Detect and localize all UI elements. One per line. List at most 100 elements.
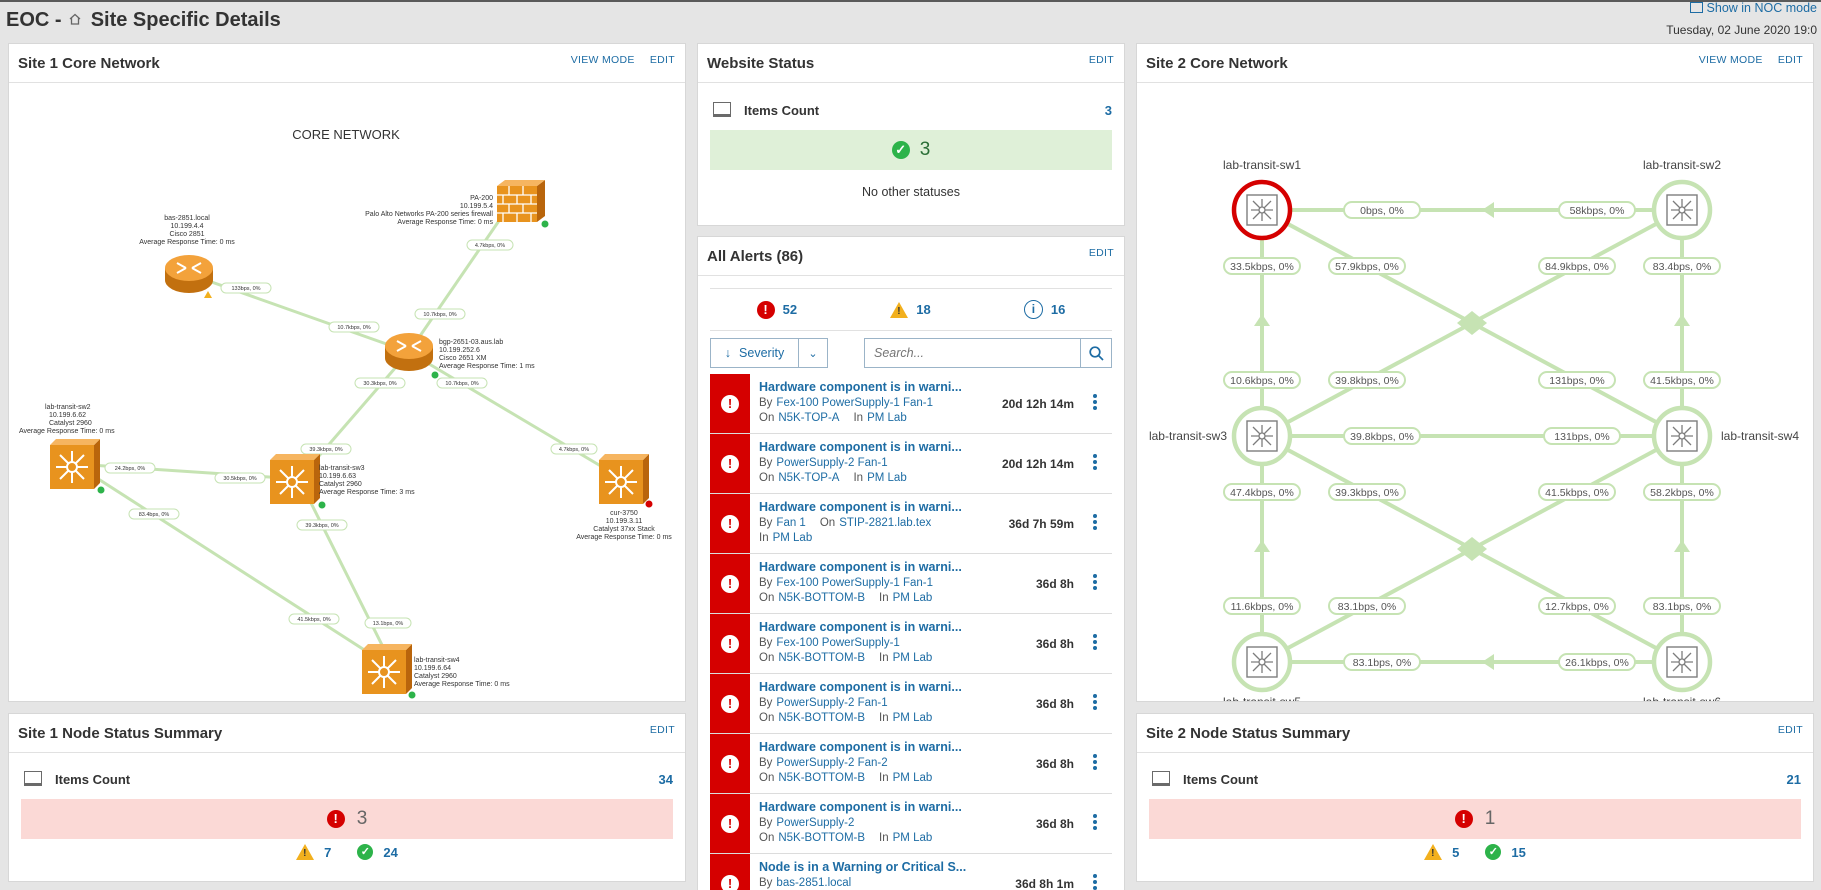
more-options-icon[interactable]	[1093, 514, 1097, 532]
alert-item[interactable]: ! Hardware component is in warni... By Po…	[710, 734, 1112, 794]
items-count-value[interactable]: 3	[1105, 103, 1112, 118]
top-border	[0, 0, 1821, 2]
alert-item[interactable]: ! Hardware component is in warni... By Fe…	[710, 374, 1112, 434]
items-count-row[interactable]: Items Count 34	[21, 768, 673, 790]
items-count-value[interactable]: 21	[1787, 772, 1801, 787]
alert-node-link[interactable]: N5K-BOTTOM-B	[778, 712, 865, 724]
alert-item[interactable]: ! Hardware component is in warni... By Fe…	[710, 554, 1112, 614]
alert-node-link[interactable]: STIP-2821.lab.tex	[839, 517, 931, 529]
alert-group-link[interactable]: PM Lab	[867, 472, 907, 484]
alert-object-link[interactable]: PowerSupply-2 Fan-1	[776, 457, 887, 469]
alert-group-link[interactable]: PM Lab	[893, 772, 933, 784]
alert-title[interactable]: Hardware component is in warni...	[759, 740, 969, 754]
up-count-item[interactable]: ✓ 24	[357, 844, 398, 860]
down-status-bar[interactable]: ! 3	[21, 799, 673, 839]
alert-group-link[interactable]: PM Lab	[773, 532, 813, 544]
critical-icon: !	[721, 574, 739, 593]
node-lab-transit-sw3[interactable]: lab-transit-sw3	[1149, 405, 1293, 467]
alert-item[interactable]: ! Hardware component is in warni... By Po…	[710, 674, 1112, 734]
node-lab-transit-sw3[interactable]: lab-transit-sw3 10.199.6.63 Catalyst 296…	[269, 453, 415, 509]
warning-count-item[interactable]: ! 7	[296, 844, 331, 860]
alert-object-link[interactable]: PowerSupply-2	[776, 817, 854, 829]
alert-title[interactable]: Hardware component is in warni...	[759, 380, 969, 394]
alert-group-link[interactable]: PM Lab	[893, 592, 933, 604]
check-icon: ✓	[1485, 844, 1502, 860]
view-mode-button[interactable]: VIEW MODE	[571, 54, 635, 66]
items-count-value[interactable]: 34	[659, 772, 673, 787]
alert-title[interactable]: Hardware component is in warni...	[759, 800, 969, 814]
node-lab-transit-sw4[interactable]: lab-transit-sw4	[1651, 405, 1799, 467]
sort-button[interactable]: ↓ Severity	[711, 339, 799, 367]
node-bgp-2651[interactable]: bgp-2651-03.aus.lab 10.199.252.6 Cisco 2…	[384, 332, 535, 379]
alert-group-link[interactable]: PM Lab	[893, 832, 933, 844]
alert-object-link[interactable]: PowerSupply-2 Fan-2	[776, 757, 887, 769]
search-button[interactable]	[1080, 339, 1111, 367]
up-status-bar[interactable]: ✓ 3	[710, 130, 1112, 170]
alert-object-link[interactable]: Fex-100 PowerSupply-1 Fan-1	[776, 397, 933, 409]
sort-dropdown-button[interactable]: ⌄	[799, 339, 827, 367]
more-options-icon[interactable]	[1093, 454, 1097, 472]
panel-title: Site 1 Node Status Summary	[18, 725, 223, 742]
alert-by: By PowerSupply-2	[759, 817, 855, 829]
critical-filter[interactable]: ! 52	[756, 300, 797, 319]
edit-button[interactable]: EDIT	[650, 54, 675, 66]
critical-icon: !	[721, 514, 739, 533]
alert-title[interactable]: Hardware component is in warni...	[759, 620, 969, 634]
alert-object-link[interactable]: Fan 1	[776, 517, 805, 529]
alert-item[interactable]: ! Node is in a Warning or Critical S... …	[710, 854, 1112, 890]
alert-node-link[interactable]: N5K-BOTTOM-B	[778, 772, 865, 784]
node-lab-transit-sw4[interactable]: lab-transit-sw4 10.199.6.64 Catalyst 296…	[361, 643, 510, 699]
alert-object-link[interactable]: bas-2851.local	[776, 877, 851, 889]
node-lab-transit-sw6[interactable]: lab-transit-sw6	[1643, 631, 1721, 702]
alert-object-link[interactable]: Fex-100 PowerSupply-1 Fan-1	[776, 577, 933, 589]
edit-button[interactable]: EDIT	[1089, 247, 1114, 259]
more-options-icon[interactable]	[1093, 694, 1097, 712]
alert-title[interactable]: Hardware component is in warni...	[759, 500, 969, 514]
alert-group-link[interactable]: PM Lab	[867, 412, 907, 424]
alert-title[interactable]: Hardware component is in warni...	[759, 440, 969, 454]
noc-mode-link[interactable]: Show in NOC mode	[1689, 1, 1817, 15]
link-label: 57.9kbps, 0%	[1335, 261, 1399, 273]
site2-network-map: 0bps, 0% 58kbps, 0% 33.5kbps, 0% 57.9kbp…	[1149, 158, 1799, 702]
up-count-item[interactable]: ✓ 15	[1485, 844, 1526, 860]
alert-node-link[interactable]: N5K-TOP-A	[778, 472, 839, 484]
more-options-icon[interactable]	[1093, 634, 1097, 652]
alert-node-link[interactable]: N5K-TOP-A	[778, 412, 839, 424]
edit-button[interactable]: EDIT	[1778, 54, 1803, 66]
alert-item[interactable]: ! Hardware component is in warni... By Po…	[710, 434, 1112, 494]
node-cur-3750[interactable]: cur-3750 10.199.3.11 Catalyst 37xx Stack…	[576, 453, 672, 541]
search-input[interactable]	[865, 339, 1081, 367]
alert-group-link[interactable]: PM Lab	[893, 712, 933, 724]
node-pa-200[interactable]: PA-200 10.199.5.4 Palo Alto Networks PA-…	[365, 180, 549, 228]
more-options-icon[interactable]	[1093, 754, 1097, 772]
alert-object-link[interactable]: Fex-100 PowerSupply-1	[776, 637, 899, 649]
more-options-icon[interactable]	[1093, 574, 1097, 592]
edit-button[interactable]: EDIT	[650, 724, 675, 736]
warning-filter[interactable]: ! 18	[890, 301, 931, 318]
alert-node-link[interactable]: N5K-BOTTOM-B	[778, 832, 865, 844]
alert-node-link[interactable]: N5K-BOTTOM-B	[778, 592, 865, 604]
alert-node-link[interactable]: N5K-BOTTOM-B	[778, 652, 865, 664]
alert-title[interactable]: Node is in a Warning or Critical S...	[759, 860, 969, 874]
more-options-icon[interactable]	[1093, 394, 1097, 412]
view-mode-button[interactable]: VIEW MODE	[1699, 54, 1763, 66]
alert-item[interactable]: ! Hardware component is in warni... By Po…	[710, 794, 1112, 854]
node-lab-transit-sw5[interactable]: lab-transit-sw5	[1223, 631, 1301, 702]
edit-button[interactable]: EDIT	[1778, 724, 1803, 736]
alert-object-link[interactable]: PowerSupply-2 Fan-1	[776, 697, 887, 709]
alert-title[interactable]: Hardware component is in warni...	[759, 560, 969, 574]
warning-count-item[interactable]: ! 5	[1424, 844, 1459, 860]
more-options-icon[interactable]	[1093, 814, 1097, 832]
info-filter[interactable]: i 16	[1023, 300, 1065, 319]
alert-title[interactable]: Hardware component is in warni...	[759, 680, 969, 694]
alert-time: 20d 12h 14m	[1001, 457, 1074, 471]
alert-item[interactable]: ! Hardware component is in warni... By Fe…	[710, 614, 1112, 674]
alert-group-link[interactable]: PM Lab	[893, 652, 933, 664]
items-count-row[interactable]: Items Count 3	[710, 99, 1112, 121]
home-icon[interactable]	[69, 8, 81, 31]
alert-item[interactable]: ! Hardware component is in warni... By Fa…	[710, 494, 1112, 554]
down-status-bar[interactable]: ! 1	[1149, 799, 1801, 839]
items-count-row[interactable]: Items Count 21	[1149, 768, 1801, 790]
more-options-icon[interactable]	[1093, 874, 1097, 890]
edit-button[interactable]: EDIT	[1089, 54, 1114, 66]
